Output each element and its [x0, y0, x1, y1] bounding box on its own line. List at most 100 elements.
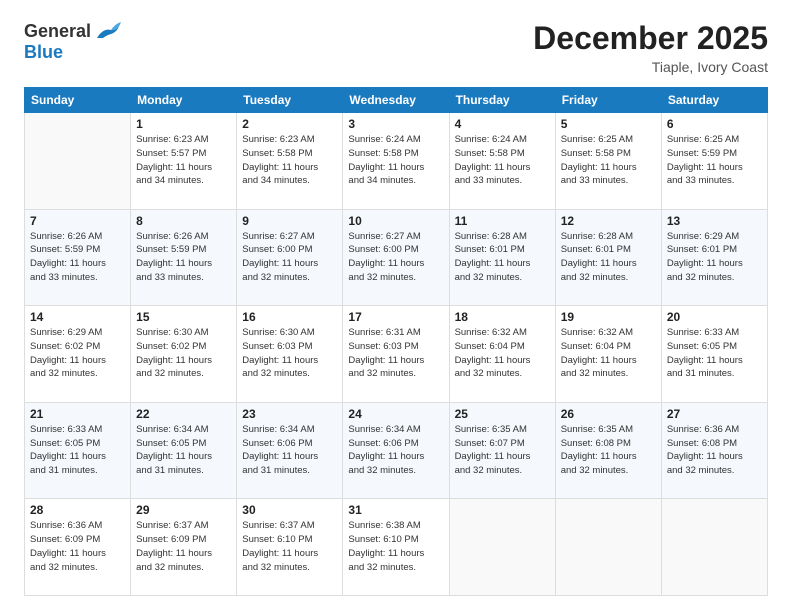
table-row: 24 Sunrise: 6:34 AM Sunset: 6:06 PM Dayli… [343, 402, 449, 499]
day-number: 17 [348, 310, 443, 324]
table-row: 10 Sunrise: 6:27 AM Sunset: 6:00 PM Dayli… [343, 209, 449, 306]
table-row: 18Sunrise: 6:32 AM Sunset: 6:04 PM Dayli… [449, 306, 555, 403]
table-row: 17Sunrise: 6:31 AM Sunset: 6:03 PM Dayli… [343, 306, 449, 403]
col-friday: Friday [555, 88, 661, 113]
day-number: 20 [667, 310, 762, 324]
day-number: 3 [348, 117, 443, 131]
day-number: 30 [242, 503, 337, 517]
day-info: Sunrise: 6:35 AM Sunset: 6:07 PM Dayligh… [455, 423, 550, 478]
day-info: Sunrise: 6:34 AM Sunset: 6:06 PM Dayligh… [348, 423, 443, 478]
table-row: 14 Sunrise: 6:29 AM Sunset: 6:02 PM Dayli… [25, 306, 131, 403]
day-info: Sunrise: 6:27 AM Sunset: 6:00 PM Dayligh… [348, 230, 443, 285]
table-row: 26 Sunrise: 6:35 AM Sunset: 6:08 PM Dayli… [555, 402, 661, 499]
table-row [449, 499, 555, 596]
day-info: Sunrise: 6:28 AM Sunset: 6:01 PM Dayligh… [561, 230, 656, 285]
day-number: 14 [30, 310, 125, 324]
day-number: 31 [348, 503, 443, 517]
day-info: Sunrise: 6:33 AM Sunset: 6:05 PM Dayligh… [30, 423, 125, 478]
day-number: 13 [667, 214, 762, 228]
table-row: 2 Sunrise: 6:23 AM Sunset: 5:58 PM Daylig… [237, 113, 343, 210]
col-wednesday: Wednesday [343, 88, 449, 113]
table-row: 20 Sunrise: 6:33 AM Sunset: 6:05 PM Dayli… [661, 306, 767, 403]
table-row: 3 Sunrise: 6:24 AM Sunset: 5:58 PM Daylig… [343, 113, 449, 210]
day-info: Sunrise: 6:23 AM Sunset: 5:58 PM Dayligh… [242, 133, 337, 188]
table-row: 23 Sunrise: 6:34 AM Sunset: 6:06 PM Dayli… [237, 402, 343, 499]
day-info: Sunrise: 6:28 AM Sunset: 6:01 PM Dayligh… [455, 230, 550, 285]
table-row: 19Sunrise: 6:32 AM Sunset: 6:04 PM Dayli… [555, 306, 661, 403]
day-info: Sunrise: 6:26 AM Sunset: 5:59 PM Dayligh… [136, 230, 231, 285]
table-row [555, 499, 661, 596]
logo-blue-text: Blue [24, 42, 63, 63]
day-number: 9 [242, 214, 337, 228]
table-row: 6 Sunrise: 6:25 AM Sunset: 5:59 PM Daylig… [661, 113, 767, 210]
day-number: 23 [242, 407, 337, 421]
col-sunday: Sunday [25, 88, 131, 113]
day-number: 27 [667, 407, 762, 421]
col-monday: Monday [131, 88, 237, 113]
location: Tiaple, Ivory Coast [533, 59, 768, 75]
day-info: Sunrise: 6:24 AM Sunset: 5:58 PM Dayligh… [348, 133, 443, 188]
day-info: Sunrise: 6:38 AM Sunset: 6:10 PM Dayligh… [348, 519, 443, 574]
day-info: Sunrise: 6:37 AM Sunset: 6:10 PM Dayligh… [242, 519, 337, 574]
day-info: Sunrise: 6:32 AM Sunset: 6:04 PM Dayligh… [561, 326, 656, 381]
day-number: 26 [561, 407, 656, 421]
table-row: 12Sunrise: 6:28 AM Sunset: 6:01 PM Dayli… [555, 209, 661, 306]
header: General Blue December 2025 Tiaple, Ivory… [24, 20, 768, 75]
table-row: 7Sunrise: 6:26 AM Sunset: 5:59 PM Daylig… [25, 209, 131, 306]
table-row: 29 Sunrise: 6:37 AM Sunset: 6:09 PM Dayli… [131, 499, 237, 596]
day-number: 2 [242, 117, 337, 131]
table-row: 31 Sunrise: 6:38 AM Sunset: 6:10 PM Dayli… [343, 499, 449, 596]
day-number: 4 [455, 117, 550, 131]
table-row: 22Sunrise: 6:34 AM Sunset: 6:05 PM Dayli… [131, 402, 237, 499]
table-row [661, 499, 767, 596]
day-info: Sunrise: 6:37 AM Sunset: 6:09 PM Dayligh… [136, 519, 231, 574]
day-info: Sunrise: 6:35 AM Sunset: 6:08 PM Dayligh… [561, 423, 656, 478]
day-number: 1 [136, 117, 231, 131]
day-number: 15 [136, 310, 231, 324]
calendar-header-row: Sunday Monday Tuesday Wednesday Thursday… [25, 88, 768, 113]
table-row: 25 Sunrise: 6:35 AM Sunset: 6:07 PM Dayli… [449, 402, 555, 499]
table-row: 11Sunrise: 6:28 AM Sunset: 6:01 PM Dayli… [449, 209, 555, 306]
day-info: Sunrise: 6:33 AM Sunset: 6:05 PM Dayligh… [667, 326, 762, 381]
day-info: Sunrise: 6:27 AM Sunset: 6:00 PM Dayligh… [242, 230, 337, 285]
day-info: Sunrise: 6:34 AM Sunset: 6:06 PM Dayligh… [242, 423, 337, 478]
day-info: Sunrise: 6:29 AM Sunset: 6:02 PM Dayligh… [30, 326, 125, 381]
day-number: 16 [242, 310, 337, 324]
table-row: 28Sunrise: 6:36 AM Sunset: 6:09 PM Dayli… [25, 499, 131, 596]
table-row: 30 Sunrise: 6:37 AM Sunset: 6:10 PM Dayli… [237, 499, 343, 596]
day-number: 25 [455, 407, 550, 421]
table-row: 5Sunrise: 6:25 AM Sunset: 5:58 PM Daylig… [555, 113, 661, 210]
month-title: December 2025 [533, 20, 768, 57]
table-row: 8 Sunrise: 6:26 AM Sunset: 5:59 PM Daylig… [131, 209, 237, 306]
day-number: 6 [667, 117, 762, 131]
calendar-week-row: 7Sunrise: 6:26 AM Sunset: 5:59 PM Daylig… [25, 209, 768, 306]
day-info: Sunrise: 6:34 AM Sunset: 6:05 PM Dayligh… [136, 423, 231, 478]
table-row [25, 113, 131, 210]
day-number: 21 [30, 407, 125, 421]
col-tuesday: Tuesday [237, 88, 343, 113]
col-saturday: Saturday [661, 88, 767, 113]
calendar-week-row: 28Sunrise: 6:36 AM Sunset: 6:09 PM Dayli… [25, 499, 768, 596]
col-thursday: Thursday [449, 88, 555, 113]
logo-bird-icon [93, 20, 121, 42]
day-number: 29 [136, 503, 231, 517]
day-info: Sunrise: 6:36 AM Sunset: 6:09 PM Dayligh… [30, 519, 125, 574]
day-number: 10 [348, 214, 443, 228]
day-info: Sunrise: 6:29 AM Sunset: 6:01 PM Dayligh… [667, 230, 762, 285]
day-number: 8 [136, 214, 231, 228]
day-info: Sunrise: 6:25 AM Sunset: 5:59 PM Dayligh… [667, 133, 762, 188]
day-info: Sunrise: 6:23 AM Sunset: 5:57 PM Dayligh… [136, 133, 231, 188]
day-info: Sunrise: 6:30 AM Sunset: 6:02 PM Dayligh… [136, 326, 231, 381]
day-number: 18 [455, 310, 550, 324]
calendar-week-row: 1 Sunrise: 6:23 AM Sunset: 5:57 PM Daylig… [25, 113, 768, 210]
table-row: 13 Sunrise: 6:29 AM Sunset: 6:01 PM Dayli… [661, 209, 767, 306]
calendar-week-row: 14 Sunrise: 6:29 AM Sunset: 6:02 PM Dayli… [25, 306, 768, 403]
day-info: Sunrise: 6:26 AM Sunset: 5:59 PM Dayligh… [30, 230, 125, 285]
table-row: 9 Sunrise: 6:27 AM Sunset: 6:00 PM Daylig… [237, 209, 343, 306]
day-info: Sunrise: 6:36 AM Sunset: 6:08 PM Dayligh… [667, 423, 762, 478]
table-row: 4Sunrise: 6:24 AM Sunset: 5:58 PM Daylig… [449, 113, 555, 210]
calendar-table: Sunday Monday Tuesday Wednesday Thursday… [24, 87, 768, 596]
day-number: 24 [348, 407, 443, 421]
page: General Blue December 2025 Tiaple, Ivory… [0, 0, 792, 612]
logo-general-text: General [24, 21, 91, 42]
